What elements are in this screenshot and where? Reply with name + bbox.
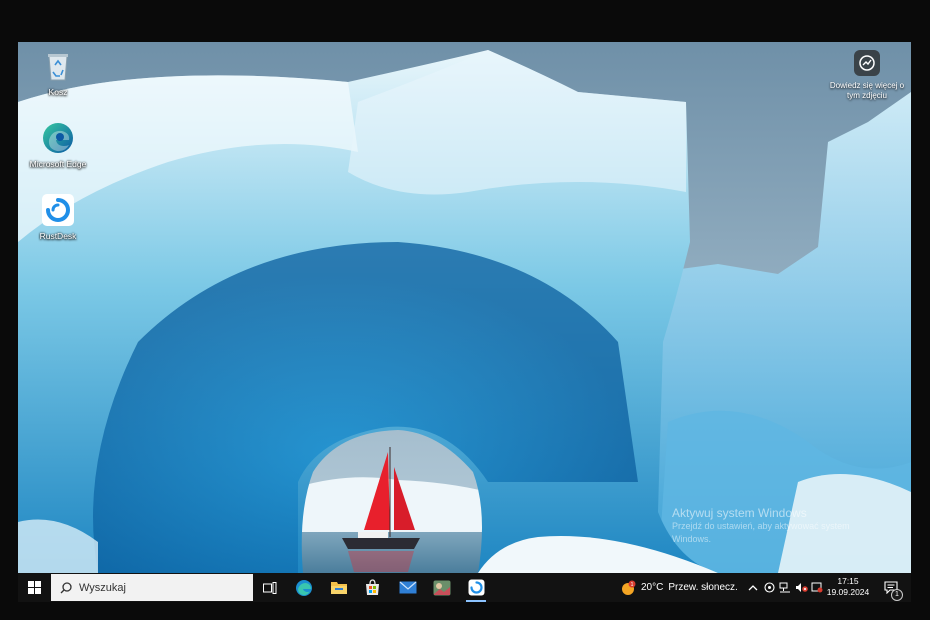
task-view-icon xyxy=(263,581,277,594)
desktop-icon-label: Kosz xyxy=(48,87,68,97)
tray-network[interactable] xyxy=(778,573,792,602)
tray-security[interactable] xyxy=(810,573,824,602)
weather-condition: Przew. słonecz. xyxy=(668,582,738,593)
clock-date: 19.09.2024 xyxy=(826,587,870,597)
location-icon xyxy=(763,582,775,593)
edge-icon xyxy=(40,120,76,156)
learn-more-line1: Dowiedz się więcej o xyxy=(829,81,905,90)
desktop-screen: Kosz Microsoft Edge RustDesk Dowiedz się… xyxy=(18,42,911,602)
taskbar-photos[interactable] xyxy=(426,573,458,602)
edge-icon xyxy=(296,579,312,596)
weather-badge: 1 xyxy=(631,582,634,588)
network-icon xyxy=(779,582,790,593)
clock[interactable]: 17:15 19.09.2024 xyxy=(824,576,872,598)
security-alert-icon xyxy=(811,582,823,593)
camera-info-icon xyxy=(854,50,880,76)
start-button[interactable] xyxy=(18,573,50,602)
taskbar-microsoft-store[interactable] xyxy=(356,573,388,602)
rustdesk-icon xyxy=(40,192,76,228)
tray-volume[interactable] xyxy=(794,573,808,602)
desktop-icon-label: Microsoft Edge xyxy=(29,159,87,169)
recycle-bin-icon xyxy=(40,48,76,84)
taskbar: Wyszukaj 1 20°C Przew. słonecz. 17:15 19… xyxy=(18,573,911,602)
watermark-title: Aktywuj system Windows xyxy=(672,506,807,520)
learn-about-picture-button[interactable]: Dowiedz się więcej o tym zdjęciu xyxy=(826,50,908,100)
desktop-icon-microsoft-edge[interactable]: Microsoft Edge xyxy=(23,120,93,169)
tray-location[interactable] xyxy=(762,573,776,602)
watermark-line1: Przejdź do ustawień, aby aktywować syste… xyxy=(672,521,850,531)
learn-more-line2: tym zdjęciu xyxy=(846,90,887,100)
taskbar-mail[interactable] xyxy=(392,573,424,602)
chevron-up-icon xyxy=(748,585,758,591)
weather-widget[interactable]: 1 20°C Przew. słonecz. xyxy=(620,573,738,602)
taskbar-rustdesk[interactable] xyxy=(460,573,492,602)
taskbar-file-explorer[interactable] xyxy=(323,573,355,602)
rustdesk-icon xyxy=(468,579,484,596)
microsoft-store-icon xyxy=(365,579,379,595)
volume-muted-icon xyxy=(795,583,808,592)
watermark-line2: Windows. xyxy=(672,534,712,544)
search-input[interactable]: Wyszukaj xyxy=(51,574,253,601)
notifications-count-badge: 1 xyxy=(891,589,903,601)
taskbar-edge[interactable] xyxy=(288,573,320,602)
clock-time: 17:15 xyxy=(837,576,859,586)
show-hidden-icons-button[interactable] xyxy=(746,573,760,602)
file-explorer-icon xyxy=(331,582,347,594)
desktop-icon-rustdesk[interactable]: RustDesk xyxy=(23,192,93,241)
search-placeholder: Wyszukaj xyxy=(79,581,126,594)
desktop-icon-recycle-bin[interactable]: Kosz xyxy=(23,48,93,97)
weather-sun-icon: 1 xyxy=(622,580,636,595)
desktop-icon-label: RustDesk xyxy=(39,231,77,241)
search-icon xyxy=(60,581,72,593)
task-view-button[interactable] xyxy=(254,573,286,602)
weather-temperature: 20°C xyxy=(641,582,664,593)
mail-icon xyxy=(399,581,417,594)
activation-watermark: Aktywuj system Windows Przejdź do ustawi… xyxy=(672,506,850,546)
photos-icon xyxy=(433,580,451,595)
windows-logo-icon xyxy=(27,581,41,594)
wallpaper-iceberg-arch xyxy=(18,42,911,573)
